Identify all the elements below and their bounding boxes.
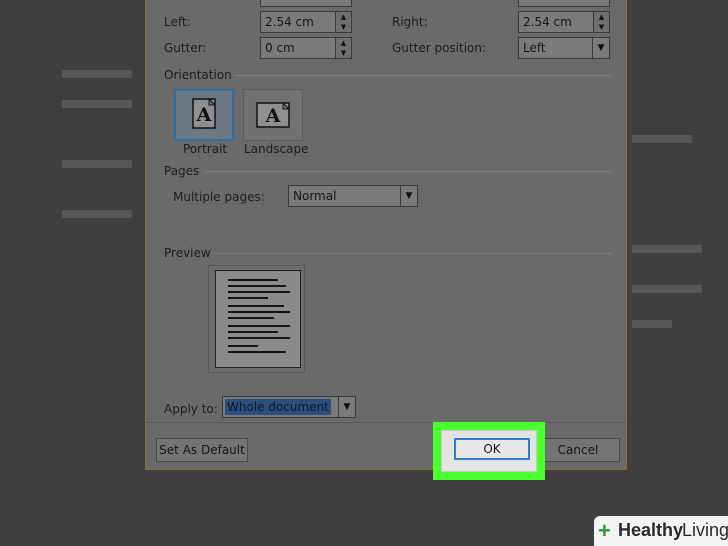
bg-text-line [632,135,692,143]
bg-text-line [62,210,132,218]
spin-up-icon[interactable]: ▲ [336,12,351,22]
chevron-down-icon[interactable]: ▼ [338,397,355,417]
gutter-stepper[interactable]: ▲ ▼ [335,38,351,58]
bg-text-line [632,320,672,328]
right-margin-label: Right: [392,15,428,29]
plus-icon: + [598,518,611,543]
page-preview [208,265,305,373]
healthy-living-watermark: + Healthy Living [594,516,728,546]
landscape-label[interactable]: Landscape [244,142,308,156]
bg-text-line [632,245,702,253]
multiple-pages-value: Normal [293,189,337,203]
portrait-icon: A [192,98,217,129]
left-margin-stepper[interactable]: ▲ ▼ [335,12,351,32]
preview-text-line [228,325,290,327]
left-margin-value: 2.54 cm [265,15,314,29]
apply-to-label: Apply to: [164,402,218,416]
gutter-value: 0 cm [265,41,295,55]
bottom-spin-field-cut[interactable] [518,0,610,7]
spin-down-icon[interactable]: ▼ [336,22,351,32]
preview-section-label: Preview [164,246,211,260]
spin-down-icon[interactable]: ▼ [336,48,351,58]
cancel-button[interactable]: Cancel [536,438,620,462]
bg-text-line [632,285,702,293]
brand-name-light: Living [682,520,728,540]
preview-text-line [228,311,290,313]
chevron-down-icon[interactable]: ▼ [400,186,417,206]
right-margin-stepper[interactable]: ▲ ▼ [593,12,609,32]
right-margin-field[interactable]: 2.54 cm ▲ ▼ [518,11,610,33]
section-divider [212,253,612,254]
ok-button-area[interactable]: OK [441,430,537,472]
bg-text-line [62,100,132,108]
multiple-pages-select[interactable]: Normal ▼ [288,185,418,207]
preview-text-line [228,297,268,299]
set-as-default-button[interactable]: Set As Default [156,438,248,462]
portrait-glyph: A [196,104,212,126]
gutter-field[interactable]: 0 cm ▲ ▼ [260,37,352,59]
preview-text-line [228,279,278,281]
landscape-icon: A [256,102,291,128]
landscape-button[interactable]: A [243,89,303,141]
preview-text-line [228,345,258,347]
landscape-glyph: A [265,105,281,127]
spin-down-icon[interactable]: ▼ [594,22,609,32]
bg-text-line [62,160,132,168]
left-margin-field[interactable]: 2.54 cm ▲ ▼ [260,11,352,33]
gutter-position-label: Gutter position: [392,41,487,55]
pages-section-label: Pages [164,164,200,178]
preview-text-line [228,285,286,287]
apply-to-select[interactable]: Whole document ▼ [222,396,356,418]
page-setup-dialog: Left: 2.54 cm ▲ ▼ Right: 2.54 cm ▲ ▼ Gut… [145,0,627,470]
spin-up-icon[interactable]: ▲ [336,38,351,48]
gutter-position-value: Left [523,41,546,55]
footer-divider [146,422,626,423]
bg-text-line [62,70,132,78]
preview-text-line [228,337,290,339]
preview-page [215,270,301,368]
orientation-section-label: Orientation [164,68,232,82]
right-margin-value: 2.54 cm [523,15,572,29]
spin-up-icon[interactable]: ▲ [594,12,609,22]
chevron-down-icon[interactable]: ▼ [592,38,609,58]
left-margin-label: Left: [164,15,191,29]
preview-text-line [228,305,284,307]
multiple-pages-label: Multiple pages: [173,190,265,204]
portrait-button[interactable]: A [174,89,234,141]
section-divider [234,75,612,76]
apply-to-value: Whole document [225,399,331,415]
top-spin-field-cut[interactable] [260,0,352,7]
preview-text-line [228,291,290,293]
section-divider [204,171,612,172]
ok-button[interactable]: OK [454,438,530,460]
gutter-label: Gutter: [164,41,207,55]
gutter-position-select[interactable]: Left ▼ [518,37,610,59]
brand-name-bold: Healthy [618,520,684,540]
preview-text-line [228,317,274,319]
portrait-label[interactable]: Portrait [183,142,227,156]
preview-text-line [228,351,286,353]
preview-text-line [228,331,278,333]
